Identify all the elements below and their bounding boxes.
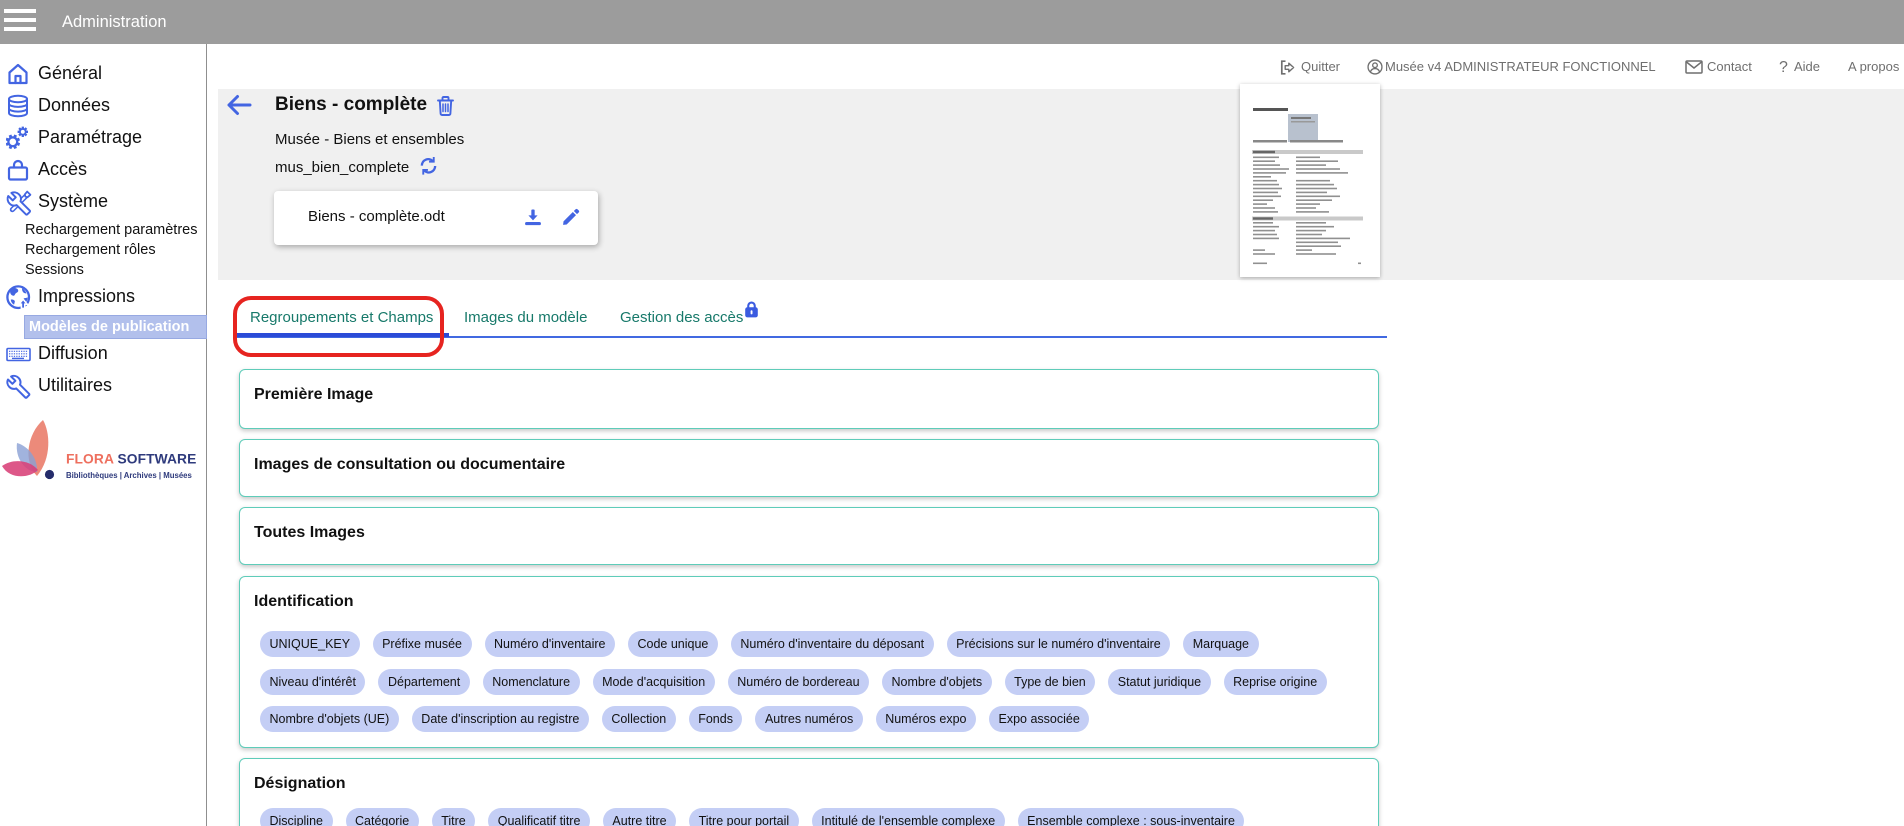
svg-text:Bibliothèques | Archives | Mus: Bibliothèques | Archives | Musées: [66, 471, 192, 480]
svg-text:FLORA SOFTWARE: FLORA SOFTWARE: [66, 452, 196, 467]
